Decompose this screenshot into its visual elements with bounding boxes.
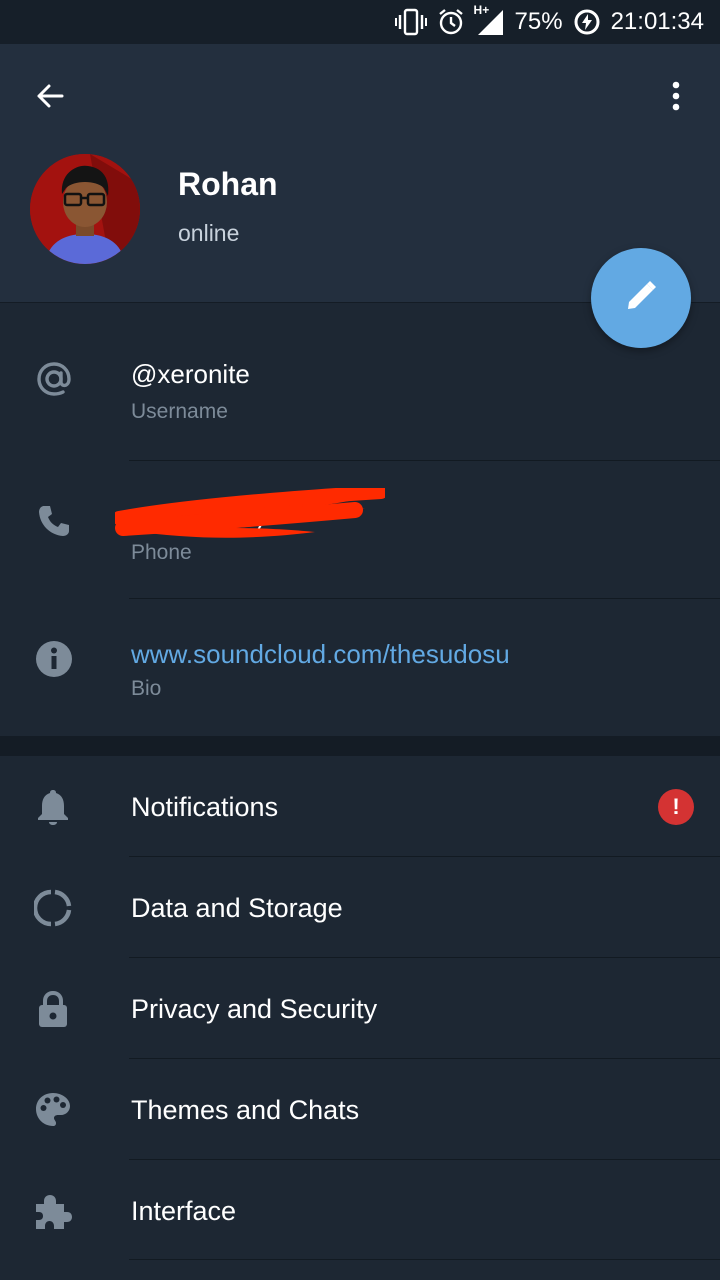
settings-item-label: Interface [131, 1196, 237, 1226]
bio-link[interactable]: www.soundcloud.com/thesudosu [131, 639, 510, 670]
settings-list: Notifications ! Data and Storage Privacy… [0, 756, 720, 1280]
profile-name: Rohan [178, 166, 278, 202]
bell-icon [33, 787, 73, 827]
more-vertical-icon [671, 81, 681, 116]
lock-icon [33, 989, 73, 1029]
data-storage-icon [33, 888, 73, 928]
redaction-scribble [112, 485, 388, 544]
settings-item-label: Themes and Chats [131, 1095, 360, 1125]
arrow-left-icon [34, 80, 66, 117]
bio-row[interactable]: www.soundcloud.com/thesudosu Bio [0, 599, 720, 737]
phone-label: Phone [131, 541, 192, 564]
settings-item-interface[interactable]: Interface [0, 1160, 720, 1261]
settings-item-label: Notifications [131, 792, 279, 822]
settings-item-label: Data and Storage [131, 893, 343, 923]
section-gap [0, 736, 720, 756]
back-button[interactable] [26, 74, 74, 122]
more-options-button[interactable] [656, 74, 696, 122]
at-icon [34, 359, 74, 399]
bio-label: Bio [131, 677, 162, 700]
clock: 21:01:34 [610, 8, 704, 35]
alarm-icon [437, 8, 465, 36]
info-icon [34, 639, 74, 679]
settings-item-notifications[interactable]: Notifications ! [0, 756, 720, 857]
settings-item-data-storage[interactable]: Data and Storage [0, 857, 720, 958]
settings-item-themes[interactable]: Themes and Chats [0, 1059, 720, 1160]
battery-charging-icon [573, 8, 601, 36]
signal-icon: H+ [474, 3, 505, 36]
settings-item-label: Privacy and Security [131, 994, 378, 1024]
divider [129, 1259, 720, 1260]
pencil-icon [623, 278, 659, 319]
alert-badge: ! [658, 789, 694, 825]
vibrate-icon [394, 8, 427, 36]
username-value: @xeronite [131, 359, 250, 389]
edit-profile-button[interactable] [591, 248, 691, 348]
palette-icon [33, 1090, 73, 1130]
username-label: Username [131, 400, 228, 423]
status-bar: H+ 75% 21:01:34 [0, 0, 720, 44]
puzzle-icon [33, 1191, 73, 1231]
settings-item-privacy[interactable]: Privacy and Security [0, 958, 720, 1059]
battery-percentage: 75% [514, 8, 563, 35]
phone-icon [34, 501, 74, 541]
profile-status: online [178, 220, 240, 246]
avatar[interactable] [30, 154, 140, 264]
